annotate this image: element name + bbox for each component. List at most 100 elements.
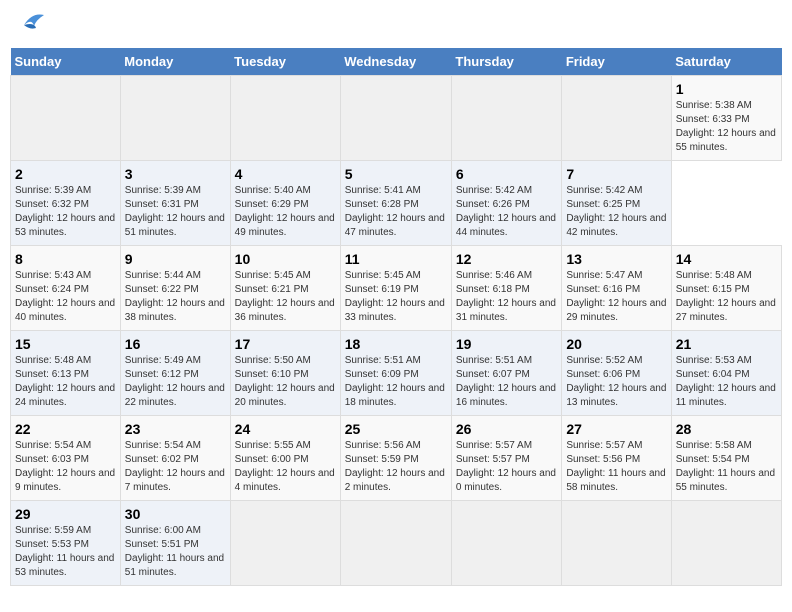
day-info: Sunrise: 5:39 AM Sunset: 6:32 PM Dayligh… bbox=[15, 184, 116, 240]
calendar-cell: 8 Sunrise: 5:43 AM Sunset: 6:24 PM Dayli… bbox=[11, 246, 121, 331]
day-info: Sunrise: 5:57 AM Sunset: 5:57 PM Dayligh… bbox=[456, 439, 557, 495]
calendar-cell: 15 Sunrise: 5:48 AM Sunset: 6:13 PM Dayl… bbox=[11, 331, 121, 416]
calendar-cell: 16 Sunrise: 5:49 AM Sunset: 6:12 PM Dayl… bbox=[120, 331, 230, 416]
logo-bird-icon bbox=[14, 10, 50, 40]
day-info: Sunrise: 5:50 AM Sunset: 6:10 PM Dayligh… bbox=[235, 354, 336, 410]
calendar-cell: 24 Sunrise: 5:55 AM Sunset: 6:00 PM Dayl… bbox=[230, 416, 340, 501]
calendar-cell: 26 Sunrise: 5:57 AM Sunset: 5:57 PM Dayl… bbox=[451, 416, 561, 501]
day-number: 7 bbox=[566, 166, 666, 182]
day-info: Sunrise: 5:46 AM Sunset: 6:18 PM Dayligh… bbox=[456, 269, 557, 325]
day-info: Sunrise: 5:55 AM Sunset: 6:00 PM Dayligh… bbox=[235, 439, 336, 495]
day-info: Sunrise: 5:48 AM Sunset: 6:15 PM Dayligh… bbox=[676, 269, 777, 325]
day-number: 16 bbox=[125, 336, 226, 352]
day-info: Sunrise: 5:54 AM Sunset: 6:03 PM Dayligh… bbox=[15, 439, 116, 495]
day-number: 1 bbox=[676, 81, 777, 97]
calendar-table: SundayMondayTuesdayWednesdayThursdayFrid… bbox=[10, 48, 782, 586]
calendar-cell: 17 Sunrise: 5:50 AM Sunset: 6:10 PM Dayl… bbox=[230, 331, 340, 416]
day-info: Sunrise: 5:47 AM Sunset: 6:16 PM Dayligh… bbox=[566, 269, 666, 325]
calendar-cell: 4 Sunrise: 5:40 AM Sunset: 6:29 PM Dayli… bbox=[230, 161, 340, 246]
day-info: Sunrise: 5:39 AM Sunset: 6:31 PM Dayligh… bbox=[125, 184, 226, 240]
day-info: Sunrise: 5:53 AM Sunset: 6:04 PM Dayligh… bbox=[676, 354, 777, 410]
day-info: Sunrise: 5:54 AM Sunset: 6:02 PM Dayligh… bbox=[125, 439, 226, 495]
day-number: 18 bbox=[345, 336, 447, 352]
calendar-cell: 25 Sunrise: 5:56 AM Sunset: 5:59 PM Dayl… bbox=[340, 416, 451, 501]
calendar-cell bbox=[671, 501, 781, 586]
day-number: 9 bbox=[125, 251, 226, 267]
day-info: Sunrise: 5:51 AM Sunset: 6:09 PM Dayligh… bbox=[345, 354, 447, 410]
day-info: Sunrise: 5:48 AM Sunset: 6:13 PM Dayligh… bbox=[15, 354, 116, 410]
day-info: Sunrise: 5:44 AM Sunset: 6:22 PM Dayligh… bbox=[125, 269, 226, 325]
calendar-cell: 21 Sunrise: 5:53 AM Sunset: 6:04 PM Dayl… bbox=[671, 331, 781, 416]
day-header-tuesday: Tuesday bbox=[230, 48, 340, 76]
day-header-sunday: Sunday bbox=[11, 48, 121, 76]
day-info: Sunrise: 5:57 AM Sunset: 5:56 PM Dayligh… bbox=[566, 439, 666, 495]
day-number: 10 bbox=[235, 251, 336, 267]
calendar-cell: 27 Sunrise: 5:57 AM Sunset: 5:56 PM Dayl… bbox=[562, 416, 671, 501]
calendar-cell: 30 Sunrise: 6:00 AM Sunset: 5:51 PM Dayl… bbox=[120, 501, 230, 586]
calendar-cell: 18 Sunrise: 5:51 AM Sunset: 6:09 PM Dayl… bbox=[340, 331, 451, 416]
day-number: 2 bbox=[15, 166, 116, 182]
day-number: 8 bbox=[15, 251, 116, 267]
day-number: 27 bbox=[566, 421, 666, 437]
day-number: 6 bbox=[456, 166, 557, 182]
calendar-week-5: 22 Sunrise: 5:54 AM Sunset: 6:03 PM Dayl… bbox=[11, 416, 782, 501]
calendar-cell bbox=[451, 76, 561, 161]
day-number: 23 bbox=[125, 421, 226, 437]
day-number: 11 bbox=[345, 251, 447, 267]
logo bbox=[14, 10, 54, 40]
day-number: 13 bbox=[566, 251, 666, 267]
calendar-cell: 14 Sunrise: 5:48 AM Sunset: 6:15 PM Dayl… bbox=[671, 246, 781, 331]
day-info: Sunrise: 5:49 AM Sunset: 6:12 PM Dayligh… bbox=[125, 354, 226, 410]
day-number: 24 bbox=[235, 421, 336, 437]
day-number: 12 bbox=[456, 251, 557, 267]
calendar-cell: 20 Sunrise: 5:52 AM Sunset: 6:06 PM Dayl… bbox=[562, 331, 671, 416]
day-header-friday: Friday bbox=[562, 48, 671, 76]
day-number: 19 bbox=[456, 336, 557, 352]
day-info: Sunrise: 5:58 AM Sunset: 5:54 PM Dayligh… bbox=[676, 439, 777, 495]
day-info: Sunrise: 5:59 AM Sunset: 5:53 PM Dayligh… bbox=[15, 524, 116, 580]
day-number: 30 bbox=[125, 506, 226, 522]
day-number: 15 bbox=[15, 336, 116, 352]
calendar-cell: 6 Sunrise: 5:42 AM Sunset: 6:26 PM Dayli… bbox=[451, 161, 561, 246]
calendar-cell: 13 Sunrise: 5:47 AM Sunset: 6:16 PM Dayl… bbox=[562, 246, 671, 331]
calendar-cell bbox=[340, 76, 451, 161]
page-header bbox=[10, 10, 782, 40]
calendar-week-4: 15 Sunrise: 5:48 AM Sunset: 6:13 PM Dayl… bbox=[11, 331, 782, 416]
calendar-week-2: 2 Sunrise: 5:39 AM Sunset: 6:32 PM Dayli… bbox=[11, 161, 782, 246]
day-header-saturday: Saturday bbox=[671, 48, 781, 76]
day-info: Sunrise: 5:45 AM Sunset: 6:21 PM Dayligh… bbox=[235, 269, 336, 325]
calendar-cell: 12 Sunrise: 5:46 AM Sunset: 6:18 PM Dayl… bbox=[451, 246, 561, 331]
calendar-cell: 22 Sunrise: 5:54 AM Sunset: 6:03 PM Dayl… bbox=[11, 416, 121, 501]
calendar-week-1: 1 Sunrise: 5:38 AM Sunset: 6:33 PM Dayli… bbox=[11, 76, 782, 161]
day-number: 4 bbox=[235, 166, 336, 182]
day-header-wednesday: Wednesday bbox=[340, 48, 451, 76]
day-info: Sunrise: 5:52 AM Sunset: 6:06 PM Dayligh… bbox=[566, 354, 666, 410]
day-info: Sunrise: 5:40 AM Sunset: 6:29 PM Dayligh… bbox=[235, 184, 336, 240]
calendar-cell bbox=[11, 76, 121, 161]
day-info: Sunrise: 5:45 AM Sunset: 6:19 PM Dayligh… bbox=[345, 269, 447, 325]
day-number: 3 bbox=[125, 166, 226, 182]
day-info: Sunrise: 5:41 AM Sunset: 6:28 PM Dayligh… bbox=[345, 184, 447, 240]
day-info: Sunrise: 5:42 AM Sunset: 6:26 PM Dayligh… bbox=[456, 184, 557, 240]
day-info: Sunrise: 5:38 AM Sunset: 6:33 PM Dayligh… bbox=[676, 99, 777, 155]
calendar-cell: 1 Sunrise: 5:38 AM Sunset: 6:33 PM Dayli… bbox=[671, 76, 781, 161]
calendar-cell bbox=[562, 501, 671, 586]
day-number: 17 bbox=[235, 336, 336, 352]
calendar-cell bbox=[340, 501, 451, 586]
day-number: 20 bbox=[566, 336, 666, 352]
calendar-cell: 7 Sunrise: 5:42 AM Sunset: 6:25 PM Dayli… bbox=[562, 161, 671, 246]
day-number: 29 bbox=[15, 506, 116, 522]
calendar-week-3: 8 Sunrise: 5:43 AM Sunset: 6:24 PM Dayli… bbox=[11, 246, 782, 331]
day-number: 14 bbox=[676, 251, 777, 267]
day-number: 25 bbox=[345, 421, 447, 437]
day-header-monday: Monday bbox=[120, 48, 230, 76]
calendar-cell: 3 Sunrise: 5:39 AM Sunset: 6:31 PM Dayli… bbox=[120, 161, 230, 246]
day-info: Sunrise: 5:51 AM Sunset: 6:07 PM Dayligh… bbox=[456, 354, 557, 410]
calendar-cell: 5 Sunrise: 5:41 AM Sunset: 6:28 PM Dayli… bbox=[340, 161, 451, 246]
day-info: Sunrise: 6:00 AM Sunset: 5:51 PM Dayligh… bbox=[125, 524, 226, 580]
calendar-cell bbox=[230, 501, 340, 586]
calendar-week-6: 29 Sunrise: 5:59 AM Sunset: 5:53 PM Dayl… bbox=[11, 501, 782, 586]
day-header-thursday: Thursday bbox=[451, 48, 561, 76]
calendar-cell: 10 Sunrise: 5:45 AM Sunset: 6:21 PM Dayl… bbox=[230, 246, 340, 331]
day-info: Sunrise: 5:56 AM Sunset: 5:59 PM Dayligh… bbox=[345, 439, 447, 495]
